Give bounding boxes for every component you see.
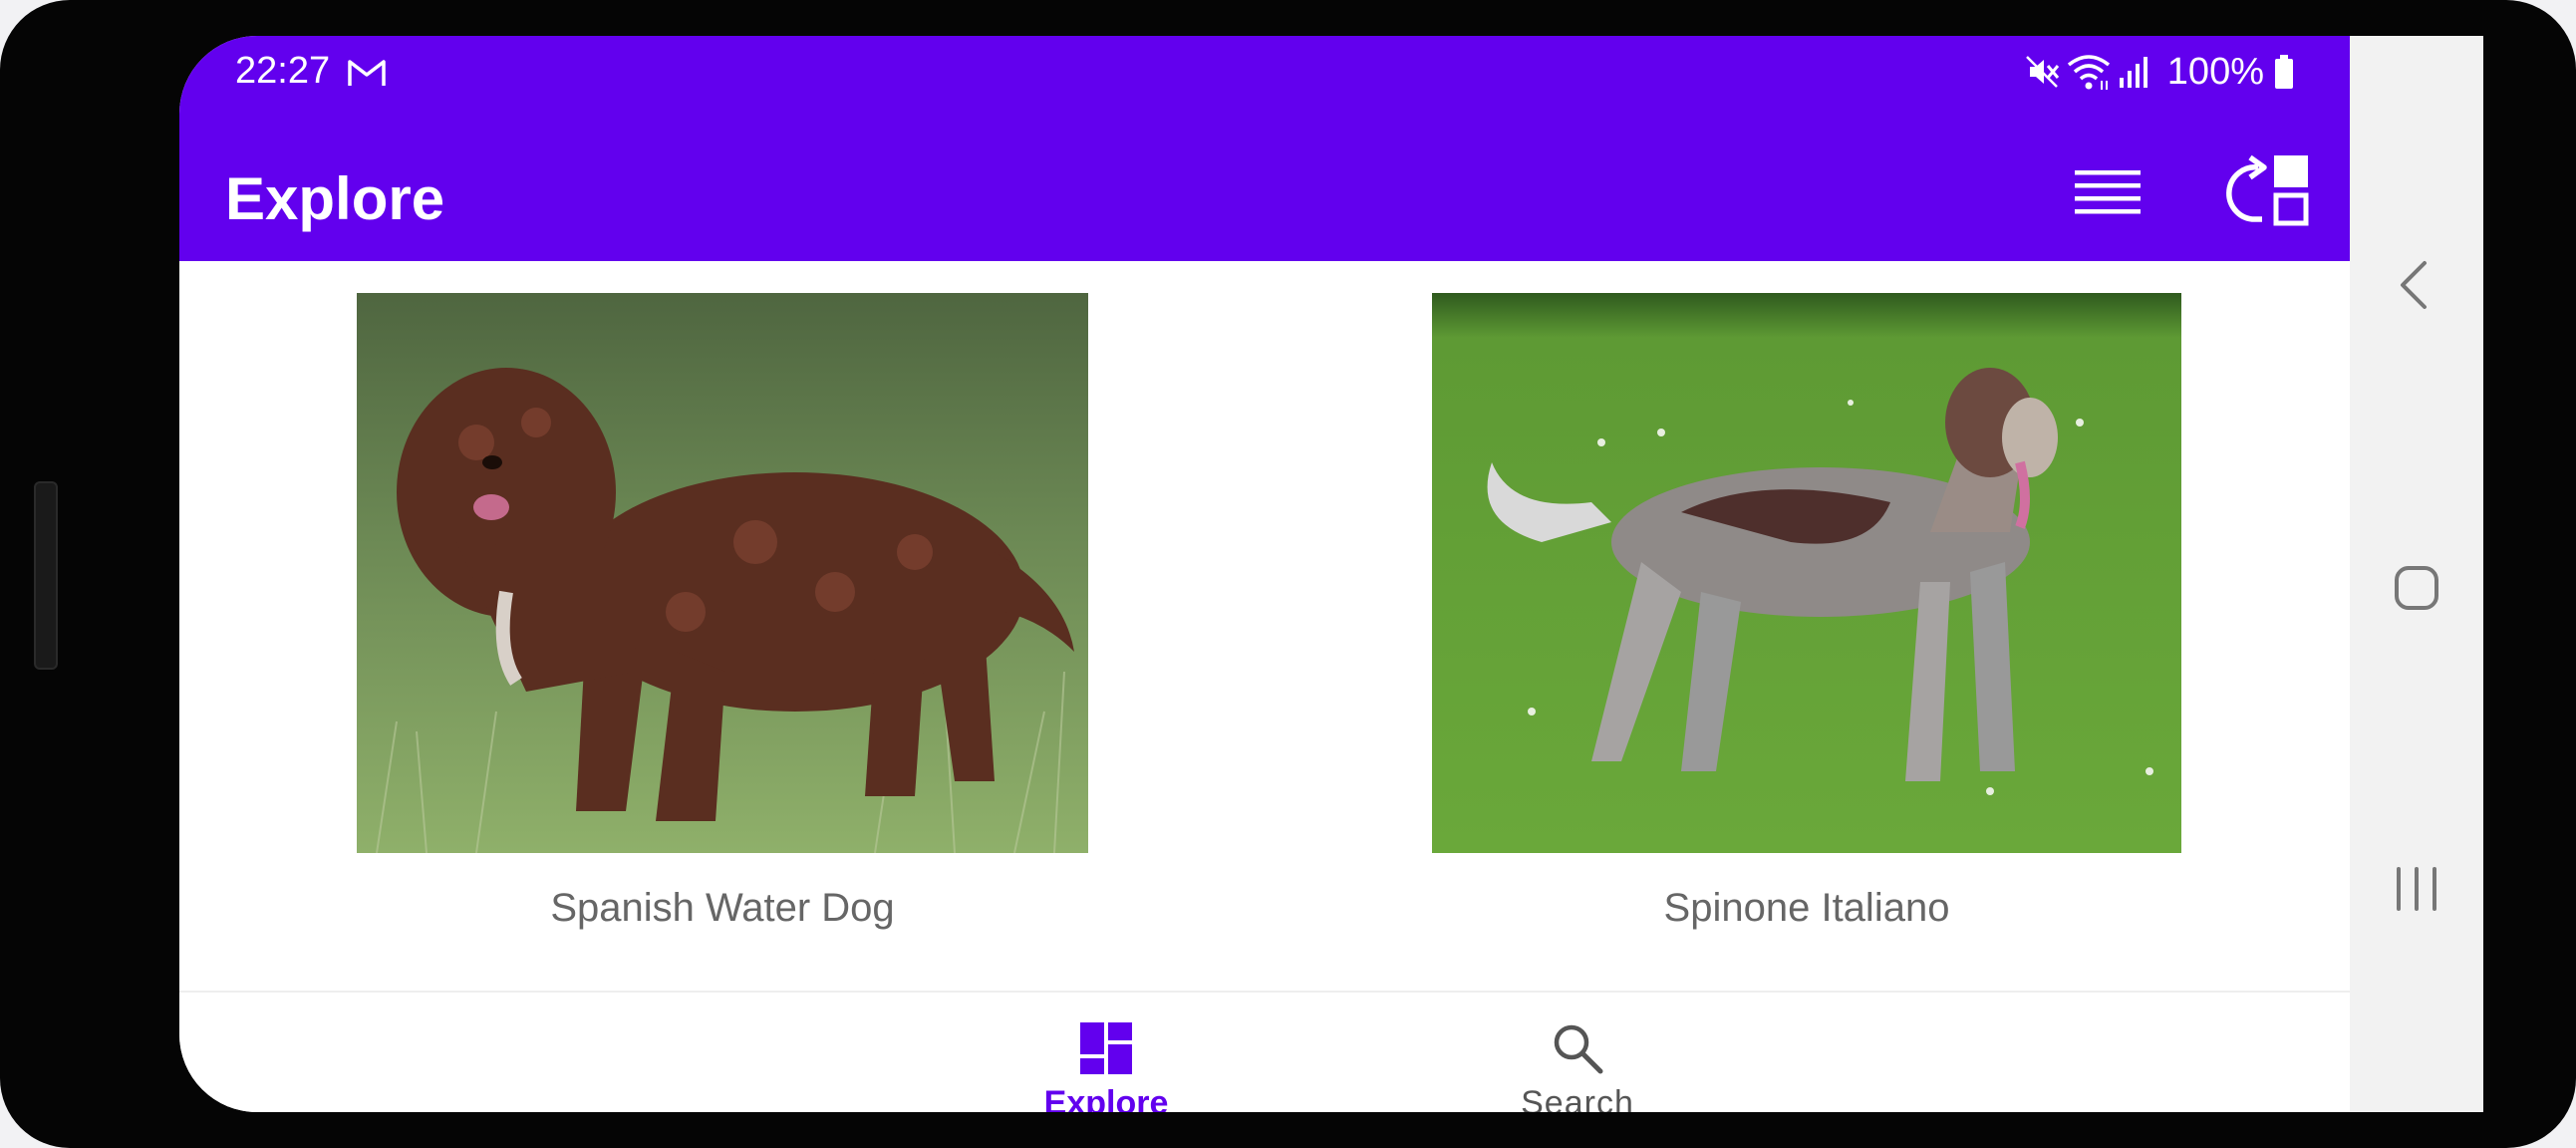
status-icons: 100% [2024, 50, 2294, 94]
rotate-layout-button[interactable] [2222, 153, 2312, 227]
phone-screen: 22:27 100% Explore Spanish Water Dog Spi… [179, 36, 2483, 1112]
breed-card-spinone-italiano[interactable]: Spinone Italiano [1432, 293, 2181, 933]
back-icon [2401, 261, 2427, 309]
device-side-button [34, 481, 58, 670]
status-bar: 22:27 100% [179, 36, 2350, 140]
back-button[interactable] [2387, 255, 2446, 315]
page-title: Explore [225, 165, 445, 232]
nav-search[interactable]: Search [1468, 993, 1687, 1112]
breed-card-spanish-water-dog[interactable]: Spanish Water Dog [357, 293, 1088, 933]
battery-icon [2274, 54, 2294, 90]
home-icon [2395, 566, 2438, 610]
recents-button[interactable] [2387, 859, 2446, 919]
signal-icon [2118, 54, 2151, 90]
nav-label: Explore [1043, 1084, 1169, 1112]
recents-icon [2397, 867, 2436, 911]
top-app-bar: Explore [179, 140, 2350, 261]
system-navigation-bar [2350, 36, 2483, 1112]
search-icon [1554, 1024, 1603, 1074]
breed-label: Spanish Water Dog [550, 886, 895, 930]
spanish-water-dog-photo [357, 293, 1088, 853]
spinone-italiano-photo [1432, 293, 2181, 853]
rotate-layout-icon [2226, 154, 2309, 226]
nav-label: Search [1521, 1084, 1634, 1112]
mute-icon [2024, 54, 2060, 90]
breed-grid: Spanish Water Dog Spinone Italiano [179, 261, 2350, 991]
battery-level: 100% [2166, 50, 2264, 93]
breed-label: Spinone Italiano [1663, 886, 1950, 930]
gmail-icon [347, 58, 387, 93]
home-button[interactable] [2387, 558, 2446, 618]
bottom-navigation: Explore Search [179, 991, 2350, 1112]
list-view-button[interactable] [2073, 165, 2143, 225]
dashboard-icon [1080, 1022, 1132, 1074]
status-time: 22:27 [235, 50, 331, 92]
device-frame: 22:27 100% Explore Spanish Water Dog Spi… [0, 0, 2576, 1148]
wifi-icon [2066, 53, 2112, 91]
list-view-icon [2075, 170, 2141, 214]
nav-explore[interactable]: Explore [997, 993, 1216, 1112]
